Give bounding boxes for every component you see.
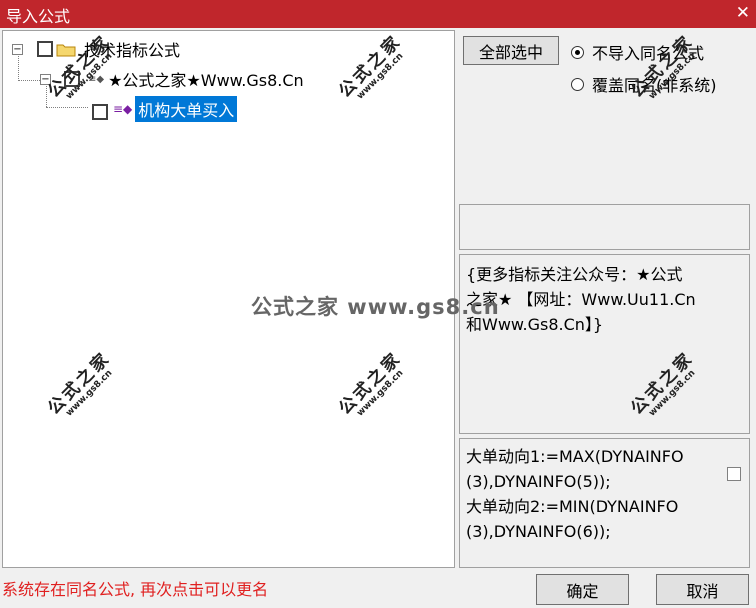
collapse-icon[interactable]: − — [12, 43, 23, 55]
collapse-icon[interactable]: − — [40, 73, 51, 85]
code-line: (3),DYNAINFO(6)); — [466, 522, 611, 541]
description-line: {更多指标关注公众号：★公式 — [466, 265, 683, 284]
cancel-button[interactable]: 取消 — [656, 574, 749, 605]
tree-node-leaf[interactable]: ≡◆ 机构大单买入 — [92, 95, 238, 123]
status-message: 系统存在同名公式, 再次点击可以更名 — [2, 580, 269, 599]
radio-button-selected[interactable] — [571, 45, 584, 59]
description-line: 之家★ 【网址：Www.Uu11.Cn — [466, 290, 696, 309]
tree-node-label: 技术指标公式 — [84, 41, 181, 60]
radio-button[interactable] — [571, 77, 584, 91]
formula-code: 大单动向1:=MAX(DYNAINFO (3),DYNAINFO(5)); 大单… — [466, 444, 684, 544]
tree-connector — [18, 80, 40, 81]
radio-label: 不导入同名公式 — [592, 44, 705, 63]
formula-code-panel: 大单动向1:=MAX(DYNAINFO (3),DYNAINFO(5)); 大单… — [459, 438, 750, 568]
title-bar: 导入公式 ✕ — [0, 0, 756, 28]
formula-group-icon: ≡◆ — [88, 73, 105, 85]
description-text: {更多指标关注公众号：★公式 之家★ 【网址：Www.Uu11.Cn 和Www.… — [466, 262, 696, 337]
tree-checkbox-root[interactable] — [37, 41, 53, 57]
radio-overwrite[interactable]: 覆盖同名(非系统) — [571, 72, 717, 96]
tree-node-label: ★公式之家★Www.Gs8.Cn — [108, 71, 304, 90]
description-line: 和Www.Gs8.Cn】} — [466, 315, 604, 334]
description-panel: {更多指标关注公众号：★公式 之家★ 【网址：Www.Uu11.Cn 和Www.… — [459, 254, 750, 434]
tree-node-root[interactable]: − 技术指标公式 — [12, 38, 180, 60]
window-title: 导入公式 — [6, 7, 71, 26]
code-line: 大单动向2:=MIN(DYNAINFO — [466, 497, 679, 516]
tree-checkbox-leaf[interactable] — [92, 104, 108, 120]
select-all-button[interactable]: 全部选中 — [463, 36, 559, 65]
ok-button[interactable]: 确定 — [536, 574, 629, 605]
close-icon[interactable]: ✕ — [736, 3, 750, 23]
tree-connector — [46, 107, 88, 108]
tree-node-group[interactable]: − ≡◆ ★公式之家★Www.Gs8.Cn — [40, 68, 304, 90]
code-checkbox[interactable] — [727, 467, 741, 481]
code-line: 大单动向1:=MAX(DYNAINFO — [466, 447, 684, 466]
empty-field[interactable] — [459, 204, 750, 250]
radio-no-import[interactable]: 不导入同名公式 — [571, 40, 704, 64]
formula-tree[interactable]: − 技术指标公式 − ≡◆ ★公式之家★Www.Gs8.Cn ≡◆ 机构大单买入 — [2, 30, 455, 568]
radio-label: 覆盖同名(非系统) — [592, 76, 717, 95]
code-line: (3),DYNAINFO(5)); — [466, 472, 611, 491]
tree-node-label-selected: 机构大单买入 — [135, 96, 238, 122]
folder-icon — [56, 44, 76, 56]
formula-icon: ≡◆ — [113, 102, 133, 116]
tree-checkbox-group[interactable] — [64, 71, 80, 87]
